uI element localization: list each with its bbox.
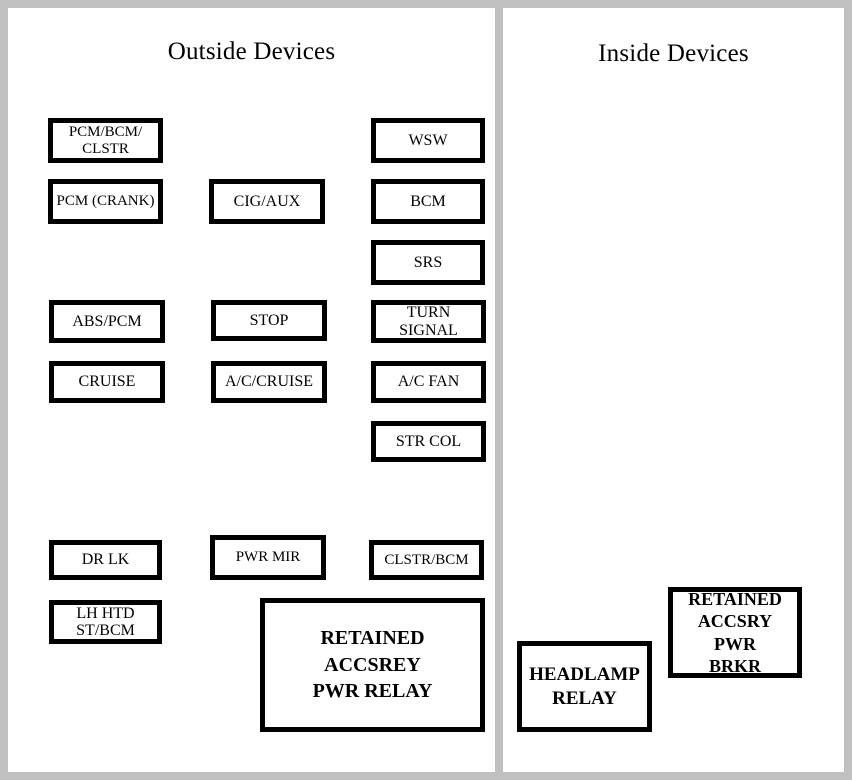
fuse-box-cruise[interactable]: CRUISE	[49, 361, 165, 403]
inside-devices-title: Inside Devices	[598, 40, 749, 67]
fuse-box-dr-lk[interactable]: DR LK	[49, 540, 162, 580]
fuse-box-lh-htd-st-bcm[interactable]: LH HTD ST/BCM	[49, 600, 162, 644]
fuse-box-abs-pcm[interactable]: ABS/PCM	[49, 300, 165, 343]
panel-divider	[495, 0, 503, 780]
fuse-box-diagram: Outside Devices PCM/BCM/ CLSTR PCM (CRANK…	[0, 0, 852, 780]
fuse-box-a-c-cruise[interactable]: A/C/CRUISE	[211, 361, 327, 403]
frame-border-bottom	[0, 772, 852, 780]
outside-devices-title: Outside Devices	[167, 38, 336, 65]
outside-devices-panel: Outside Devices PCM/BCM/ CLSTR PCM (CRANK…	[8, 8, 495, 772]
fuse-box-wsw[interactable]: WSW	[371, 118, 485, 163]
frame-border-right	[844, 0, 852, 780]
fuse-box-turn-signal[interactable]: TURN SIGNAL	[371, 300, 486, 343]
fuse-box-str-col[interactable]: STR COL	[371, 421, 486, 462]
fuse-box-pcm-bcm-clstr[interactable]: PCM/BCM/ CLSTR	[48, 118, 163, 163]
fuse-box-headlamp-relay[interactable]: HEADLAMP RELAY	[517, 641, 652, 732]
fuse-box-stop[interactable]: STOP	[211, 300, 327, 341]
frame-border-top	[0, 0, 852, 8]
frame-border-left	[0, 0, 8, 780]
fuse-box-cig-aux[interactable]: CIG/AUX	[209, 179, 325, 224]
fuse-box-clstr-bcm[interactable]: CLSTR/BCM	[369, 540, 484, 580]
fuse-box-pcm-crank[interactable]: PCM (CRANK)	[48, 179, 163, 224]
fuse-box-retained-accsrey-pwr-relay[interactable]: RETAINED ACCSREY PWR RELAY	[260, 598, 485, 732]
fuse-box-bcm[interactable]: BCM	[371, 179, 485, 224]
fuse-box-srs[interactable]: SRS	[371, 240, 485, 285]
fuse-box-retained-accsry-pwr-brkr[interactable]: RETAINED ACCSRY PWR BRKR	[668, 587, 802, 678]
fuse-box-a-c-fan[interactable]: A/C FAN	[371, 361, 486, 403]
fuse-box-pwr-mir[interactable]: PWR MIR	[210, 535, 326, 580]
